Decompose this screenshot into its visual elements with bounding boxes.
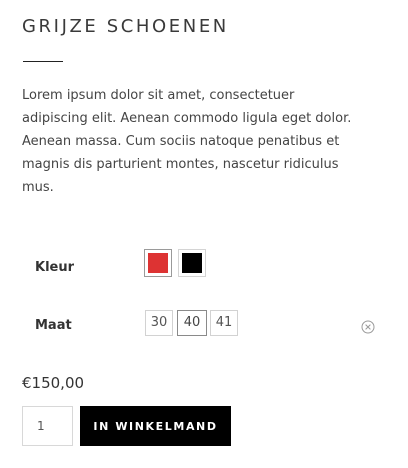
size-option-40[interactable]: 40 (177, 310, 207, 336)
color-swatch-red-fill (148, 253, 168, 273)
product-description: Lorem ipsum dolor sit amet, consectetuer… (22, 88, 352, 195)
size-option-30[interactable]: 30 (145, 310, 173, 336)
size-option-41[interactable]: 41 (210, 310, 238, 336)
close-circle-icon[interactable] (361, 320, 375, 334)
title-divider (23, 61, 63, 62)
color-swatch-red[interactable] (144, 249, 172, 277)
quantity-input[interactable] (22, 406, 73, 446)
size-option-label: Maat (35, 318, 72, 333)
color-option-label: Kleur (35, 260, 75, 275)
color-swatch-black-fill (182, 253, 202, 273)
product-title: GRIJZE SCHOENEN (22, 16, 229, 37)
add-to-cart-button[interactable]: IN WINKELMAND (80, 406, 231, 446)
color-swatch-black[interactable] (178, 249, 206, 277)
product-price: €150,00 (22, 374, 85, 392)
